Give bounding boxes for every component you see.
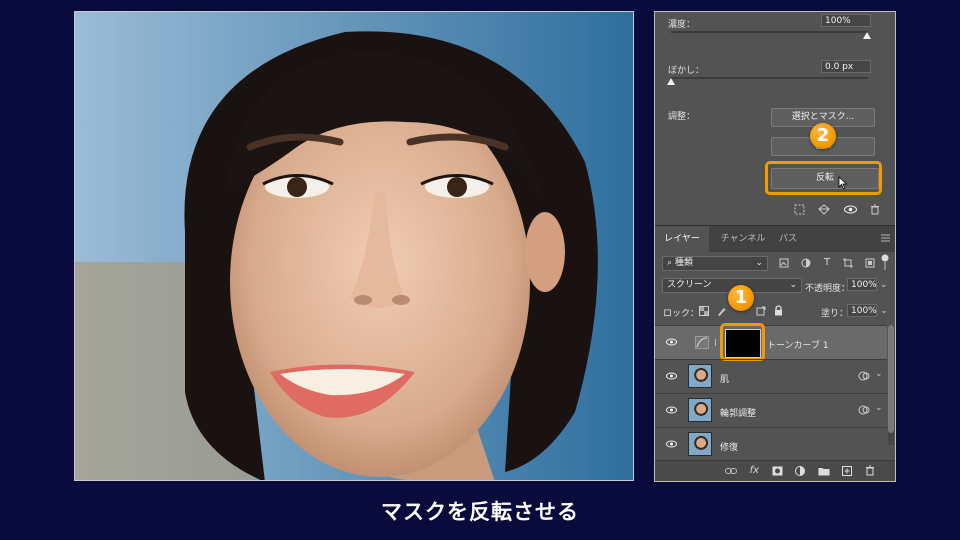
layer-visibility-eye-icon[interactable] <box>666 338 677 349</box>
layer-name: 修復 <box>720 443 739 453</box>
feather-slider-handle[interactable] <box>667 78 675 85</box>
filter-kind-value: 種類 <box>674 258 693 268</box>
visibility-eye-icon[interactable] <box>843 205 857 214</box>
layer-row-repair[interactable]: 修復 <box>655 427 887 461</box>
adjustment-filter-icon[interactable] <box>801 258 811 268</box>
layer-name: 肌 <box>720 375 730 385</box>
density-slider-handle[interactable] <box>863 32 871 39</box>
new-adjustment-layer-icon[interactable] <box>795 465 806 476</box>
layer-row-tonecurve[interactable]: トーンカーブ 1 <box>655 323 887 361</box>
photo-canvas[interactable] <box>74 11 634 481</box>
type-filter-icon[interactable]: T <box>824 257 830 268</box>
layer-row-contour[interactable]: 輪郭調整 ⌄ <box>655 393 887 427</box>
lock-transparent-pixels-icon[interactable] <box>699 305 709 316</box>
lock-label: ロック： <box>663 309 700 319</box>
caption-text: マスクを反転させる <box>381 500 579 524</box>
delete-mask-trash-icon[interactable] <box>870 204 880 215</box>
chevron-down-icon: ⌄ <box>789 280 797 290</box>
layer-thumbnail <box>688 364 712 388</box>
properties-layers-panel: 濃度： 100% ぼかし： 0.0 px 調整： 選択とマスク... 色... … <box>654 11 896 482</box>
smart-filter-icon[interactable] <box>858 370 870 385</box>
new-layer-icon[interactable] <box>842 465 853 476</box>
apply-mask-icon[interactable] <box>818 204 830 215</box>
cursor-arrow-icon <box>838 176 848 190</box>
feather-input[interactable]: 0.0 px <box>821 60 871 73</box>
fill-chevron-icon[interactable]: ⌄ <box>880 306 888 316</box>
density-input[interactable]: 100% <box>821 14 871 27</box>
adjust-label: 調整： <box>668 112 696 122</box>
layer-filter-select[interactable]: ⌕ 種類 ⌄ <box>662 256 768 271</box>
layer-visibility-eye-icon[interactable] <box>666 406 677 417</box>
density-slider-track[interactable] <box>671 31 868 33</box>
density-label: 濃度： <box>668 20 696 30</box>
layer-name: トーンカーブ 1 <box>767 341 829 351</box>
invert-highlight <box>765 161 882 195</box>
fill-input[interactable]: 100% <box>847 304 877 317</box>
opacity-input[interactable]: 100% <box>847 278 877 291</box>
feather-slider-track[interactable] <box>671 77 868 79</box>
opacity-chevron-icon[interactable]: ⌄ <box>880 280 888 290</box>
lock-image-pixels-brush-icon[interactable] <box>717 306 727 316</box>
panel-tabs: レイヤー チャンネル パス <box>655 225 895 252</box>
add-mask-icon[interactable] <box>772 466 783 476</box>
search-icon: ⌕ <box>667 258 673 268</box>
pixel-filter-icon[interactable] <box>779 258 789 268</box>
delete-layer-trash-icon[interactable] <box>865 465 875 476</box>
blend-mode-value: スクリーン <box>667 280 712 290</box>
layer-style-fx-icon[interactable]: fx <box>750 465 759 476</box>
layer-thumbnail <box>688 432 712 456</box>
step-badge-2: 2 <box>810 123 836 149</box>
lock-all-icon[interactable] <box>774 305 783 316</box>
tab-channels[interactable]: チャンネル <box>717 226 769 252</box>
layer-visibility-eye-icon[interactable] <box>666 440 677 451</box>
link-layers-icon[interactable] <box>725 467 737 475</box>
tab-layers[interactable]: レイヤー <box>655 226 709 252</box>
layer-visibility-eye-icon[interactable] <box>666 372 677 383</box>
layers-footer: fx <box>655 460 895 481</box>
step-badge-1: 1 <box>728 285 754 311</box>
mask-highlight <box>720 323 765 361</box>
panel-menu-icon[interactable] <box>881 234 890 245</box>
expand-chevron-icon[interactable]: ⌄ <box>875 403 883 413</box>
shape-filter-icon[interactable] <box>843 258 853 268</box>
feather-label: ぼかし： <box>668 66 705 76</box>
fill-label: 塗り： <box>821 309 849 319</box>
layer-name: 輪郭調整 <box>720 409 757 419</box>
properties-footer-icons <box>787 204 887 215</box>
layers-scrollbar-thumb[interactable] <box>888 325 894 433</box>
layer-filter-icons: T <box>779 257 875 268</box>
curves-adjustment-icon <box>695 336 709 352</box>
load-selection-icon[interactable] <box>794 204 805 215</box>
chevron-down-icon: ⌄ <box>755 258 763 268</box>
opacity-label: 不透明度： <box>805 284 851 294</box>
layer-thumbnail <box>688 398 712 422</box>
lock-artboard-icon[interactable] <box>756 306 766 316</box>
layers-footer-icons: fx <box>725 465 875 476</box>
smart-filter-icon[interactable] <box>858 404 870 419</box>
tab-paths[interactable]: パス <box>775 226 801 252</box>
new-group-folder-icon[interactable] <box>818 466 830 476</box>
portrait-image <box>75 12 633 480</box>
layers-scrollbar[interactable] <box>888 325 894 445</box>
smart-object-filter-icon[interactable] <box>865 258 875 268</box>
expand-chevron-icon[interactable]: ⌄ <box>875 369 883 379</box>
filter-toggle-icon[interactable] <box>881 254 889 273</box>
layer-row-skin[interactable]: 肌 ⌄ <box>655 359 887 393</box>
